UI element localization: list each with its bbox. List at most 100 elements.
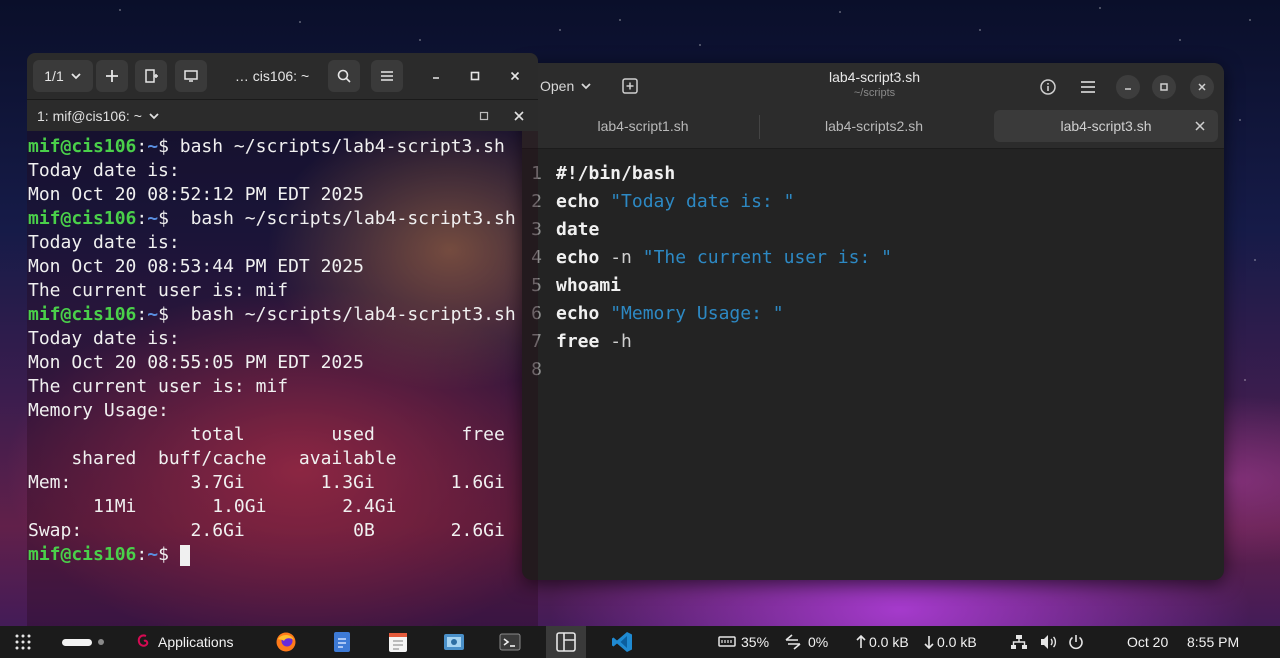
text-editor-task[interactable] <box>546 626 586 658</box>
vscode-icon <box>612 632 632 652</box>
app-grid-button[interactable] <box>14 626 32 658</box>
terminal-output-line: Mon Oct 20 08:53:44 PM EDT 2025 <box>28 256 364 277</box>
text-cursor <box>179 544 190 566</box>
split-terminal-button[interactable] <box>135 60 167 92</box>
code-keyword: echo <box>556 246 600 268</box>
terminal-close-button[interactable] <box>499 60 531 92</box>
editor-window-icon <box>556 632 576 652</box>
firefox-launcher[interactable] <box>266 626 306 658</box>
upload-indicator[interactable]: 0.0 kB <box>856 626 909 658</box>
chevron-down-icon <box>149 113 159 120</box>
volume-button[interactable] <box>1040 626 1058 658</box>
terminal-headerbar: 1/1 … cis106: ~ <box>27 53 538 99</box>
vscode-launcher[interactable] <box>602 626 642 658</box>
clock-time[interactable]: 8:55 PM <box>1187 626 1239 658</box>
prompt-separator: : <box>136 304 148 325</box>
terminal-output-line: shared buff/cache available <box>28 448 397 469</box>
split-icon <box>145 69 158 83</box>
main-menu-button[interactable] <box>1076 75 1100 99</box>
app-grid-icon <box>15 634 31 650</box>
maximize-icon <box>470 71 480 81</box>
memory-percent: 35% <box>741 634 770 650</box>
clock-date[interactable]: Oct 20 <box>1127 626 1168 658</box>
tab-close-icon[interactable] <box>1192 118 1208 134</box>
terminal-output-line: The current user is: mif <box>28 376 289 397</box>
editor-tabbar: lab4-script1.sh lab4-scripts2.sh lab4-sc… <box>522 109 1224 149</box>
new-tab-button[interactable] <box>96 60 128 92</box>
close-button[interactable] <box>1190 75 1214 99</box>
prompt-user: mif@cis106 <box>28 304 137 325</box>
terminal-prompt-line: mif@cis106:~$ bash ~/scripts/lab4-script… <box>28 135 538 159</box>
close-icon <box>1198 83 1206 91</box>
session-button[interactable] <box>175 60 207 92</box>
terminal-maximize-button[interactable] <box>459 60 491 92</box>
session-selector[interactable]: 1: mif@cis106: ~ <box>37 100 160 132</box>
search-button[interactable] <box>328 60 360 92</box>
prompt-sign: $ <box>158 208 169 229</box>
terminal-menu-button[interactable] <box>371 60 403 92</box>
date-label: Oct 20 <box>1127 634 1169 650</box>
editor-title: lab4-script3.sh <box>828 69 921 85</box>
network-button[interactable] <box>1010 626 1028 658</box>
code-line: 2 echo "Today date is: " <box>522 187 794 215</box>
battery-indicator[interactable]: 35% <box>718 626 769 658</box>
text-editor-icon <box>389 633 407 652</box>
power-icon <box>1069 635 1083 650</box>
tab-lab4-script3[interactable]: lab4-script3.sh <box>994 110 1218 142</box>
tab-counter-button[interactable]: 1/1 <box>33 60 93 92</box>
tab-lab4-scripts2[interactable]: lab4-scripts2.sh <box>762 110 986 142</box>
pane-close-icon[interactable] <box>513 110 525 122</box>
editor-title-block: lab4-script3.sh ~/scripts <box>752 69 997 99</box>
pane-maximize-icon[interactable] <box>478 110 490 122</box>
terminal-title: … cis106: ~ <box>217 60 327 92</box>
editor-subtitle: ~/scripts <box>853 87 896 99</box>
terminal-output[interactable]: mif@cis106:~$ bash ~/scripts/lab4-script… <box>28 135 538 567</box>
tab-lab4-script1[interactable]: lab4-script1.sh <box>530 110 756 142</box>
terminal-launcher[interactable] <box>490 626 530 658</box>
arrow-down-icon <box>924 636 934 649</box>
workspace-dot <box>98 639 104 645</box>
code-keyword: date <box>556 218 600 240</box>
plus-icon <box>106 70 118 82</box>
maximize-button[interactable] <box>1152 75 1176 99</box>
prompt-command <box>169 544 180 565</box>
terminal-output-line: Today date is: <box>28 328 180 349</box>
screenshot-icon <box>444 634 464 650</box>
workspace-indicator[interactable] <box>62 626 104 658</box>
terminal-output-line: 11Mi 1.0Gi 2.4Gi <box>28 496 397 517</box>
code-view[interactable]: 1 #!/bin/bash 2 echo "Today date is: " 3 da… <box>522 159 1224 580</box>
cpu-indicator[interactable]: 0% <box>784 626 828 658</box>
document-info-button[interactable] <box>1036 75 1060 99</box>
tab-label: lab4-script1.sh <box>597 118 689 134</box>
terminal-output-line: Today date is: <box>28 232 180 253</box>
tab-label: lab4-script3.sh <box>1060 118 1152 134</box>
minimize-icon <box>433 77 439 79</box>
arrow-up-icon <box>856 635 866 648</box>
info-icon <box>1040 79 1056 95</box>
open-button[interactable]: Open <box>540 75 592 97</box>
download-indicator[interactable]: 0.0 kB <box>924 626 977 658</box>
prompt-command: bash ~/scripts/lab4-script3.sh <box>168 304 516 325</box>
download-rate: 0.0 kB <box>937 634 977 650</box>
new-tab-icon[interactable] <box>620 76 640 96</box>
minimize-button[interactable] <box>1116 75 1140 99</box>
files-launcher[interactable] <box>322 626 362 658</box>
prompt-sign: $ <box>158 136 169 157</box>
screenshot-launcher[interactable] <box>434 626 474 658</box>
tab-separator <box>759 115 760 139</box>
tab-label: lab4-scripts2.sh <box>824 118 924 134</box>
swap-icon <box>785 634 801 650</box>
code-keyword: free <box>556 330 600 352</box>
text-editor-launcher[interactable] <box>378 626 418 658</box>
terminal-minimize-button[interactable] <box>420 60 452 92</box>
power-button[interactable] <box>1068 626 1084 658</box>
cpu-percent: 0% <box>808 634 829 650</box>
terminal-output-line: Memory Usage: <box>28 400 169 421</box>
terminal-icon <box>499 633 521 651</box>
session-icon <box>184 70 198 82</box>
prompt-command: bash ~/scripts/lab4-script3.sh <box>168 136 505 157</box>
applications-menu[interactable]: Applications <box>136 626 234 658</box>
text-editor-window[interactable]: Open lab4-script3.sh ~/scripts lab4-scri… <box>522 63 1224 580</box>
workspace-active-pill <box>62 638 92 646</box>
terminal-window[interactable]: 1/1 … cis106: ~ 1: mif@cis106: ~ mif@cis… <box>27 53 538 630</box>
